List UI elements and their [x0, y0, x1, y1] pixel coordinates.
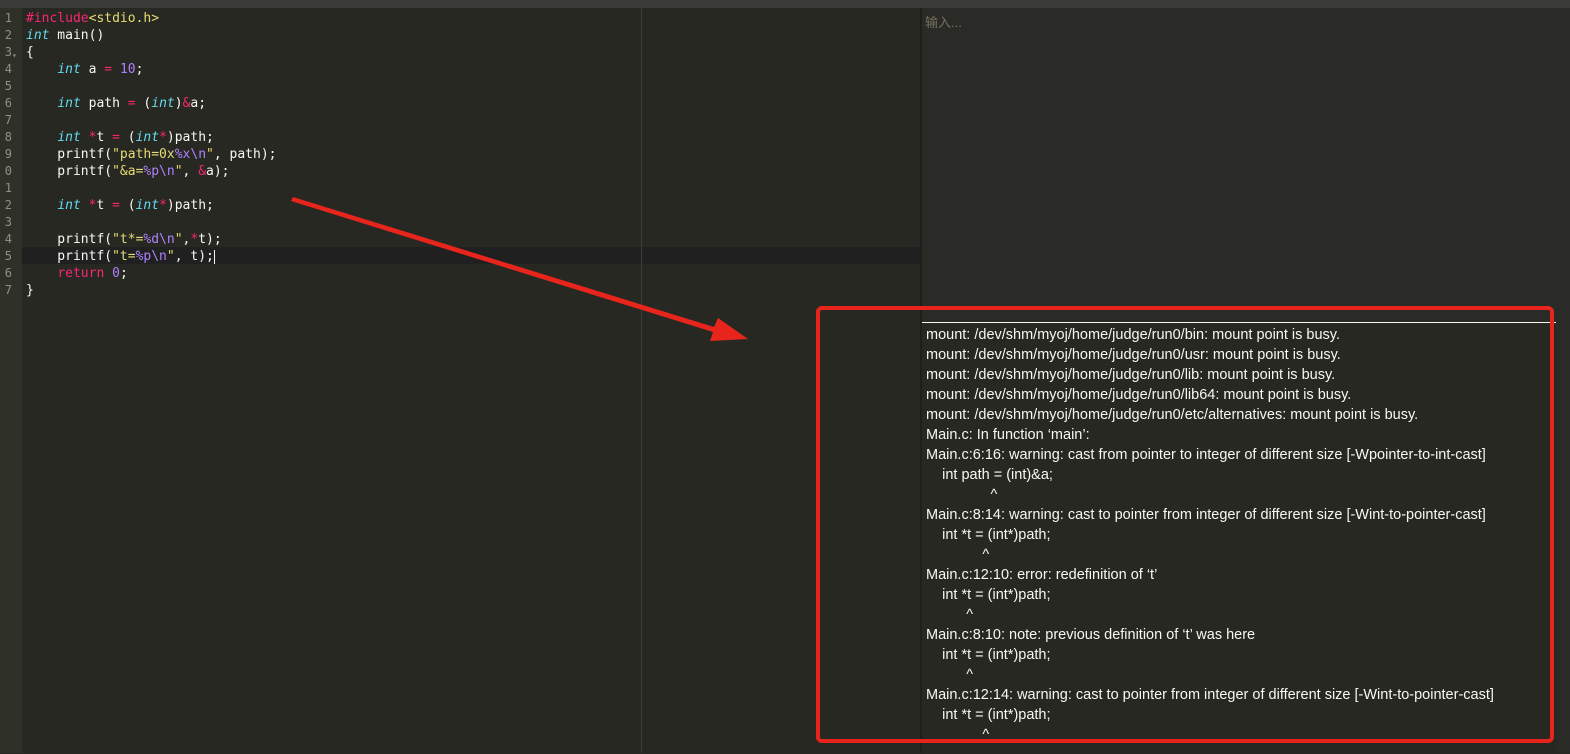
line-number: 3 [4, 45, 12, 59]
code-line: printf("t=%p\n", t); [26, 249, 215, 264]
line-number: 1 [4, 11, 12, 25]
line-number: 2 [4, 28, 12, 42]
text-cursor [213, 249, 215, 264]
line-number: 5 [4, 249, 12, 263]
code-line: printf("&a=%p\n", &a); [26, 164, 230, 179]
code-line: { [26, 45, 34, 60]
fold-arrow-icon[interactable]: ▾ [12, 51, 17, 60]
code-line: printf("path=0x%x\n", path); [26, 147, 277, 162]
line-number: 6 [4, 96, 12, 110]
stdin-input[interactable]: 输入... [925, 12, 962, 31]
code-line: int a = 10; [57, 62, 144, 77]
code-line: int main() [26, 28, 105, 43]
code-editor[interactable]: #include<stdio.h> int main() { int a = 1… [22, 8, 920, 753]
top-toolbar-strip [0, 0, 1570, 8]
code-line: #include<stdio.h> [26, 11, 160, 26]
line-number: 4 [4, 62, 12, 76]
line-number: 1 [4, 181, 12, 195]
code-line: return 0; [57, 266, 128, 281]
code-line: int *t = (int*)path; [57, 198, 214, 213]
code-line: printf("t*=%d\n",*t); [26, 232, 222, 247]
line-number: 2 [4, 198, 12, 212]
line-number: 5 [4, 79, 12, 93]
line-number: 3 [4, 215, 12, 229]
line-number: 7 [4, 283, 12, 297]
code-line: int *t = (int*)path; [57, 130, 214, 145]
line-number: 0 [4, 164, 12, 178]
code-line: } [26, 283, 34, 298]
line-number: 8 [4, 130, 12, 144]
line-number: 4 [4, 232, 12, 246]
code-line: int path = (int)&a; [57, 96, 207, 111]
line-number: 9 [4, 147, 12, 161]
line-number-gutter: 1 2 3 4 5 6 7 8 9 0 1 2 3 4 5 6 7 ▾ [0, 8, 22, 753]
annotation-highlight-box [816, 306, 1554, 743]
line-number: 7 [4, 113, 12, 127]
line-number: 6 [4, 266, 12, 280]
